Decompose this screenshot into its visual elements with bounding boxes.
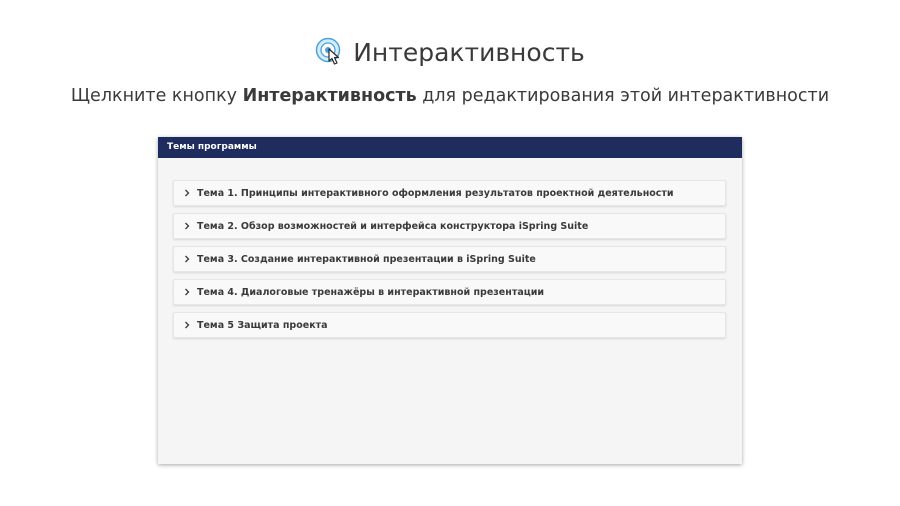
accordion-item-label: Тема 3. Создание интерактивной презентац…	[197, 253, 536, 265]
accordion-item-topic-2[interactable]: Тема 2. Обзор возможностей и интерфейса …	[173, 213, 726, 239]
chevron-right-icon	[182, 320, 192, 330]
page-header: Интерактивность	[0, 32, 900, 72]
instruction-text-before: Щелкните кнопку	[70, 86, 243, 106]
accordion-item-topic-1[interactable]: Тема 1. Принципы интерактивного оформлен…	[173, 180, 726, 206]
chevron-right-icon	[182, 221, 192, 231]
accordion-item-label: Тема 2. Обзор возможностей и интерфейса …	[197, 220, 589, 232]
topics-accordion: Тема 1. Принципы интерактивного оформлен…	[173, 180, 726, 345]
accordion-item-topic-4[interactable]: Тема 4. Диалоговые тренажёры в интеракти…	[173, 279, 726, 305]
accordion-item-label: Тема 4. Диалоговые тренажёры в интеракти…	[197, 286, 545, 298]
chevron-right-icon	[182, 254, 192, 264]
hand-pointer-icon	[315, 37, 345, 67]
program-topics-panel: Темы программы Тема 1. Принципы интеракт…	[158, 137, 742, 464]
instruction-text-bold: Интерактивность	[242, 86, 417, 106]
chevron-right-icon	[182, 287, 192, 297]
instruction-text: Щелкните кнопку Интерактивность для реда…	[0, 86, 900, 106]
accordion-item-label: Тема 1. Принципы интерактивного оформлен…	[197, 187, 674, 199]
panel-title: Темы программы	[158, 137, 742, 158]
accordion-item-topic-3[interactable]: Тема 3. Создание интерактивной презентац…	[173, 246, 726, 272]
chevron-right-icon	[182, 188, 192, 198]
accordion-item-topic-5[interactable]: Тема 5 Защита проекта	[173, 312, 726, 338]
accordion-item-label: Тема 5 Защита проекта	[197, 319, 328, 331]
instruction-text-after: для редактирования этой интерактивности	[416, 86, 830, 106]
page-title: Интерактивность	[353, 37, 585, 67]
